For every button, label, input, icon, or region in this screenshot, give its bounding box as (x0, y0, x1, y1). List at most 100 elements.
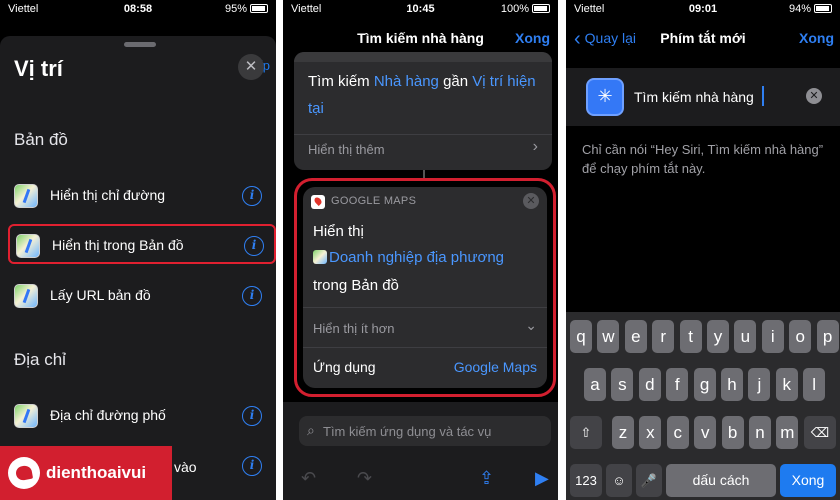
key-d[interactable]: d (638, 368, 661, 401)
token-restaurant[interactable]: Nhà hàng (374, 73, 439, 90)
search-input[interactable] (323, 416, 549, 446)
key-a[interactable]: a (584, 368, 606, 401)
battery-icon (532, 4, 550, 13)
key-h[interactable]: h (721, 368, 743, 401)
info-icon[interactable]: i (244, 236, 264, 256)
action-label: Hiển thị trong Bản đồ (52, 237, 184, 253)
key-k[interactable]: k (775, 368, 798, 401)
key-x[interactable]: x (639, 416, 662, 449)
google-maps-icon (311, 195, 325, 209)
word-near: gần (443, 73, 469, 90)
heart-logo-icon (8, 457, 40, 489)
action-sheet: Tiếp Vị trí ✕ Bản đồ Hiển thị chỉ đường … (0, 36, 276, 500)
clear-text-icon[interactable]: ✕ (806, 88, 822, 104)
keyboard-done-key[interactable]: Xong (780, 464, 836, 497)
shortcut-icon[interactable] (586, 78, 624, 116)
done-button[interactable]: Xong (799, 30, 834, 46)
word-search: Tìm kiếm (308, 73, 370, 90)
play-icon[interactable]: ▶ (535, 468, 549, 489)
action-sentence: Tìm kiếm Nhà hàng gần Vị trí hiện tại (308, 68, 542, 122)
close-icon[interactable]: ✕ (238, 54, 264, 80)
action-row-street-address[interactable]: Địa chỉ đường phố i (8, 396, 276, 436)
info-icon[interactable]: i (242, 456, 262, 476)
done-button[interactable]: Xong (515, 30, 550, 46)
shift-key[interactable]: ⇧ (570, 416, 602, 449)
key-t[interactable]: t (679, 320, 702, 353)
battery-indicator: 95% (225, 3, 268, 15)
section-header-maps: Bản đồ (14, 130, 68, 149)
key-b[interactable]: b (721, 416, 744, 449)
battery-indicator: 100% (501, 3, 550, 15)
key-m[interactable]: m (776, 416, 799, 449)
battery-percent: 100% (500, 3, 529, 15)
space-bar[interactable]: dấu cách (666, 464, 776, 497)
key-r[interactable]: r (652, 320, 675, 353)
highlight-outline: GOOGLE MAPS ✕ Hiển thị Doanh nghiệp địa … (294, 178, 556, 397)
action-app-label: GOOGLE MAPS (331, 195, 417, 207)
key-l[interactable]: l (803, 368, 826, 401)
app-picker[interactable]: Google Maps (454, 359, 537, 375)
maps-mini-icon (313, 250, 327, 264)
action-row-show-directions[interactable]: Hiển thị chỉ đường i (8, 176, 276, 216)
action-label: Địa chỉ đường phố (50, 407, 166, 423)
search-icon: ⌕ (307, 422, 315, 438)
sheet-grabber[interactable] (124, 42, 156, 47)
undo-icon[interactable]: ↶ (301, 468, 316, 489)
token-label: Doanh nghiệp địa phương (329, 249, 505, 266)
remove-action-icon[interactable]: ✕ (523, 193, 539, 209)
shortcut-name-row: ✕ (566, 68, 840, 126)
siri-hint-text: Chỉ cần nói “Hey Siri, Tìm kiếm nhà hàng… (582, 142, 824, 176)
key-z[interactable]: z (612, 416, 634, 449)
search-bar: ⌕ (299, 416, 551, 446)
key-p[interactable]: p (816, 320, 839, 353)
action-text: trong Bản đồ (313, 277, 399, 294)
key-n[interactable]: n (749, 416, 771, 449)
key-c[interactable]: c (666, 416, 689, 449)
action-row-get-map-url[interactable]: Lấy URL bản đồ i (8, 276, 276, 316)
section-header-address: Địa chỉ (14, 350, 66, 369)
key-f[interactable]: f (666, 368, 689, 401)
key-o[interactable]: o (789, 320, 812, 353)
maps-app-icon (16, 234, 40, 258)
brand-logo: dienthoaivui (0, 446, 172, 500)
info-icon[interactable]: i (242, 286, 262, 306)
show-more-button[interactable]: Hiển thị thêm (308, 142, 385, 157)
bottom-panel: ⌕ ↶ ↷ ⇪ ▶ (283, 402, 558, 500)
backspace-key[interactable]: ⌫ (804, 416, 836, 449)
app-row-label: Ứng dụng (313, 359, 376, 375)
action-label: Lấy URL bản đồ (50, 287, 151, 303)
status-bar: Viettel 08:58 95% (0, 0, 276, 20)
redo-icon[interactable]: ↷ (357, 468, 372, 489)
keyboard: q w e r t y u i o p a s d f g h j k l ⇧ z x c v b n m ⌫ 123 ☺ 🎤 dấu các… (566, 312, 840, 500)
key-s[interactable]: s (611, 368, 634, 401)
key-i[interactable]: i (761, 320, 784, 353)
info-icon[interactable]: i (242, 406, 262, 426)
battery-percent: 94% (788, 3, 811, 15)
key-q[interactable]: q (570, 320, 592, 353)
search-action-card: Tìm kiếm Nhà hàng gần Vị trí hiện tại Hi… (294, 52, 552, 170)
action-label: Hiển thị chỉ đường (50, 187, 166, 203)
emoji-icon[interactable]: ☺ (606, 464, 632, 497)
battery-icon (250, 4, 268, 13)
info-icon[interactable]: i (242, 186, 262, 206)
key-y[interactable]: y (707, 320, 729, 353)
google-maps-action-card: GOOGLE MAPS ✕ Hiển thị Doanh nghiệp địa … (303, 187, 547, 388)
share-icon[interactable]: ⇪ (479, 468, 494, 489)
show-less-button[interactable]: Hiển thị ít hơn (313, 321, 395, 336)
maps-app-icon (14, 184, 38, 208)
action-row-show-in-maps[interactable]: Hiển thị trong Bản đồ i (8, 224, 276, 264)
microphone-icon[interactable]: 🎤 (636, 464, 662, 497)
battery-icon (814, 4, 832, 13)
key-u[interactable]: u (734, 320, 757, 353)
key-j[interactable]: j (748, 368, 771, 401)
phone-screen-shortcut-editor: Viettel 10:45 100% Tìm kiếm nhà hàng Xon… (283, 0, 558, 500)
sheet-title: Vị trí (14, 56, 63, 81)
divider (294, 134, 552, 135)
numbers-key[interactable]: 123 (570, 464, 602, 497)
key-w[interactable]: w (597, 320, 620, 353)
key-v[interactable]: v (694, 416, 717, 449)
maps-app-icon (14, 284, 38, 308)
key-e[interactable]: e (624, 320, 647, 353)
key-g[interactable]: g (693, 368, 716, 401)
token-local-business[interactable]: Doanh nghiệp địa phương (313, 249, 504, 266)
